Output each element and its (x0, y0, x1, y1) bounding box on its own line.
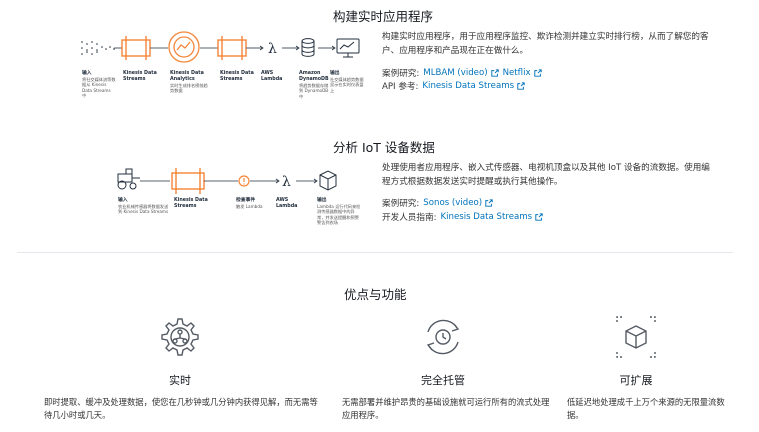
feature-title-scalable: 可扩展 (619, 374, 653, 387)
section2-description: 处理使用者应用程序、嵌入式传感器、电视机顶盒以及其他 IoT 设备的流数据。使用… (382, 163, 710, 187)
diagram1-node-kds-2: Kinesis Data Streams (220, 71, 254, 82)
developer-guide-link-kds[interactable]: Kinesis Data Streams (440, 212, 543, 222)
feature-desc-managed: 无需部署并维护昂贵的基础设施就可运行所有的流式处理应用程序。 (342, 397, 550, 420)
iot-diagram: λ (117, 168, 337, 194)
features-title: 优点与功能 (344, 287, 407, 302)
diagram2-node-lambda: AWS Lambda (276, 198, 298, 209)
scalable-cube-icon (616, 316, 656, 358)
external-link-icon (533, 69, 542, 77)
section1-case-studies: 案例研究: MLBAM (video) Netflix (382, 67, 542, 79)
diagram1-node-kds: Kinesis Data Streams (123, 71, 157, 82)
case-study-link-sonos[interactable]: Sonos (video) (423, 198, 493, 208)
data-stream-icon (81, 41, 115, 55)
kinesis-data-streams-pipe-icon (217, 36, 247, 60)
section1-api-reference: API 参考: Kinesis Data Streams (382, 80, 525, 92)
external-link-icon (485, 199, 493, 207)
external-link-icon (517, 82, 525, 90)
section1-description: 构建实时应用程序，用于应用程序监控、欺诈检测并建立实时排行榜，从而了解您的客户、… (382, 32, 709, 56)
case-study-label: 案例研究: (382, 69, 420, 79)
section-divider (17, 252, 733, 253)
api-reference-label: API 参考: (382, 82, 419, 92)
case-study-link-mlbam[interactable]: MLBAM (video) (423, 68, 499, 78)
diagram1-node-kda: Kinesis Data Analytics 实时生成排名榜前趋势数据 (170, 71, 208, 94)
section-title-realtime-apps: 构建实时应用程序 (333, 9, 434, 24)
feature-title-realtime: 实时 (169, 374, 191, 387)
section-title-iot: 分析 IoT 设备数据 (333, 140, 435, 155)
output-box-icon (319, 170, 337, 191)
feature-desc-scalable: 低延迟地处理成千上万个来源的无限量流数据。 (567, 397, 725, 420)
diagram1-node-input: 输入 将社交媒体流等数据从 Kinesis Data Streams 中 (82, 71, 116, 99)
section2-case-study: 案例研究: Sonos (video) (382, 197, 493, 209)
diagram2-node-event: 检查事件 触发 Lambda (236, 198, 263, 209)
diagram1-node-output: 输出 社交媒体趋势数据显示在实时仪表盘上 (330, 71, 364, 93)
aws-lambda-icon: λ (268, 41, 277, 57)
api-reference-link-kds[interactable]: Kinesis Data Streams (422, 81, 525, 91)
gear-network-icon (161, 318, 199, 356)
section2-developer-guide: 开发人员指南: Kinesis Data Streams (382, 211, 543, 223)
kinesis-data-streams-pipe-icon (171, 168, 205, 194)
developer-guide-label: 开发人员指南: (382, 213, 437, 223)
feature-desc-realtime: 即时提取、缓冲及处理数据，使您在几秒钟或几分钟内获得见解，而无需等待几小时或几天… (44, 397, 318, 420)
diagram1-node-lambda: AWS Lambda (261, 71, 283, 82)
diagram1-node-dynamodb: Amazon DynamoDB 将趋势数据存储到 DynamoDB 中 (299, 71, 329, 99)
diagram2-node-input: 输入 农业机械传感器将数据发送到 Kinesis Data Streams (118, 198, 169, 215)
event-alert-icon (238, 175, 250, 187)
external-link-icon (535, 213, 543, 221)
dynamodb-database-icon (301, 38, 315, 57)
dashboard-monitor-icon (336, 38, 360, 58)
diagram2-node-output: 输出 Lambda 运行代码来检测传感器数据中的异常，并发送提醒和预警警告到农场 (317, 198, 361, 226)
managed-cycle-icon (426, 319, 460, 355)
diagram2-node-kds: Kinesis Data Streams (174, 198, 208, 209)
feature-title-managed: 完全托管 (421, 374, 465, 387)
external-link-icon (490, 69, 499, 77)
kinesis-data-streams-pipe-icon (121, 36, 151, 60)
case-study-label: 案例研究: (382, 199, 420, 209)
kinesis-data-analytics-icon (168, 31, 200, 63)
realtime-apps-diagram: λ (81, 31, 360, 63)
aws-lambda-icon: λ (282, 174, 291, 190)
tractor-icon (117, 168, 140, 190)
case-study-link-netflix[interactable]: Netflix (503, 68, 542, 78)
